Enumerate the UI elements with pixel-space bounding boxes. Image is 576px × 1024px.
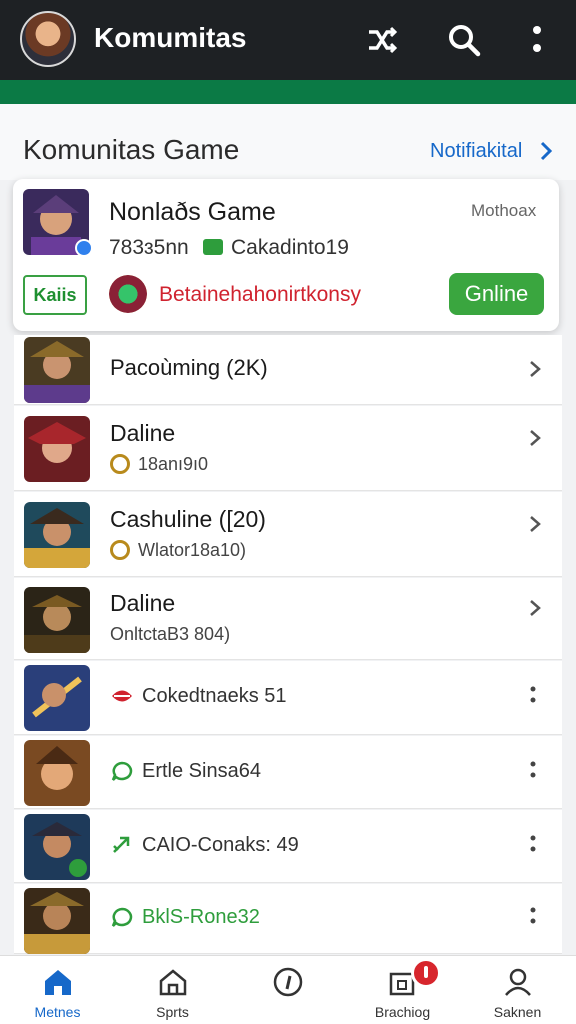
game-thumbnail <box>24 587 90 653</box>
chat-bubble-icon <box>111 907 133 927</box>
chat-bubble-icon <box>111 761 133 781</box>
status-text: BklS-Rone32 <box>142 906 260 928</box>
nav-label: Brachiog <box>374 1004 431 1020</box>
nav-profile[interactable]: Saknen <box>460 956 575 1024</box>
coin-icon <box>110 454 130 474</box>
chevron-right-icon <box>530 430 541 446</box>
community-name: Nonlaðs Game <box>109 198 276 226</box>
user-avatar[interactable] <box>20 11 76 67</box>
more-options-icon[interactable] <box>530 834 536 856</box>
community-stat: Cakadinto19 <box>231 236 349 259</box>
list-item[interactable]: BklS-Rone32 <box>14 884 562 954</box>
shuffle-icon[interactable] <box>362 20 402 60</box>
game-thumbnail <box>24 665 90 731</box>
game-thumbnail <box>24 337 90 403</box>
nav-inbox[interactable]: Brachiog <box>345 956 460 1024</box>
featured-community-card[interactable]: Nonlaðs Game Mothoax 783ɜ5nn Cakadinto19… <box>13 179 559 331</box>
game-thumbnail <box>24 814 90 880</box>
nav-label: Saknen <box>493 1004 542 1020</box>
game-thumbnail <box>24 416 90 482</box>
community-title: Cashuline ([20) <box>110 506 266 532</box>
community-title: Daline <box>110 590 176 616</box>
nav-explore[interactable] <box>230 956 345 1024</box>
community-subtitle: Wlator18a10) <box>138 540 247 560</box>
nav-sports[interactable]: Sprts <box>115 956 230 1024</box>
notification-badge <box>411 958 441 988</box>
game-thumbnail <box>24 888 90 954</box>
search-icon[interactable] <box>444 20 484 60</box>
list-item[interactable]: Daline OnltctaB3 804) <box>14 578 562 660</box>
more-options-icon[interactable] <box>530 906 536 928</box>
chevron-right-icon[interactable] <box>536 139 556 163</box>
online-button[interactable]: Gnline <box>449 273 544 315</box>
lips-icon <box>112 690 132 702</box>
community-subtitle: OnltctaB3 804) <box>110 624 231 644</box>
more-menu-icon[interactable] <box>517 20 557 60</box>
member-count: 783ɜ5nn <box>109 236 189 259</box>
list-item[interactable]: Ertle Sinsa64 <box>14 736 562 809</box>
list-item[interactable]: Pacoùming (2K) <box>14 335 562 405</box>
status-text: Cokedtnaeks 51 <box>142 685 287 707</box>
community-meta: Mothoax <box>471 201 537 220</box>
community-subtitle: 18anı9ı0 <box>138 454 209 474</box>
nav-label: Sprts <box>156 1004 189 1020</box>
app-bar: Komumitas <box>0 0 576 80</box>
section-header: Komunitas Game Notifiakital <box>0 104 576 180</box>
profile-icon <box>505 968 531 996</box>
chevron-right-icon <box>530 361 541 377</box>
list-item[interactable]: CAIO-Conaks: 49 <box>14 810 562 883</box>
community-title: Pacoùming (2K) <box>110 355 268 380</box>
game-controller-icon <box>203 239 223 255</box>
section-title: Komunitas Game <box>23 134 240 165</box>
community-description: Betainehahonirtkonsy <box>159 283 361 306</box>
chevron-right-icon <box>530 600 541 616</box>
status-text: Ertle Sinsa64 <box>142 760 261 782</box>
list-item[interactable]: Cashuline ([20) Wlator18a10) <box>14 492 562 577</box>
coin-icon <box>110 540 130 560</box>
arrow-icon <box>113 836 130 853</box>
member-avatar <box>109 275 147 313</box>
accent-bar <box>0 80 576 104</box>
house-outline-icon <box>159 969 187 996</box>
more-options-icon[interactable] <box>530 685 536 707</box>
compass-icon <box>273 967 303 997</box>
home-icon <box>45 970 71 995</box>
nav-label: Metnes <box>34 1004 81 1020</box>
notifications-link[interactable]: Notifiakital <box>430 140 522 163</box>
game-thumbnail <box>24 502 90 568</box>
chevron-right-icon <box>530 516 541 532</box>
bottom-navigation: Metnes Sprts Brachiog Saknen <box>0 955 576 1024</box>
app-title: Komumitas <box>94 22 247 53</box>
list-item[interactable]: Daline 18anı9ı0 <box>14 406 562 491</box>
community-title: Daline <box>110 420 176 446</box>
list-item[interactable]: Cokedtnaeks 51 <box>14 661 562 735</box>
verified-badge-icon <box>75 239 93 257</box>
status-text: CAIO-Conaks: 49 <box>142 834 299 856</box>
game-thumbnail <box>24 740 90 806</box>
nav-home[interactable]: Metnes <box>0 956 115 1024</box>
more-options-icon[interactable] <box>530 760 536 782</box>
community-tag[interactable]: Kaiis <box>23 275 87 315</box>
